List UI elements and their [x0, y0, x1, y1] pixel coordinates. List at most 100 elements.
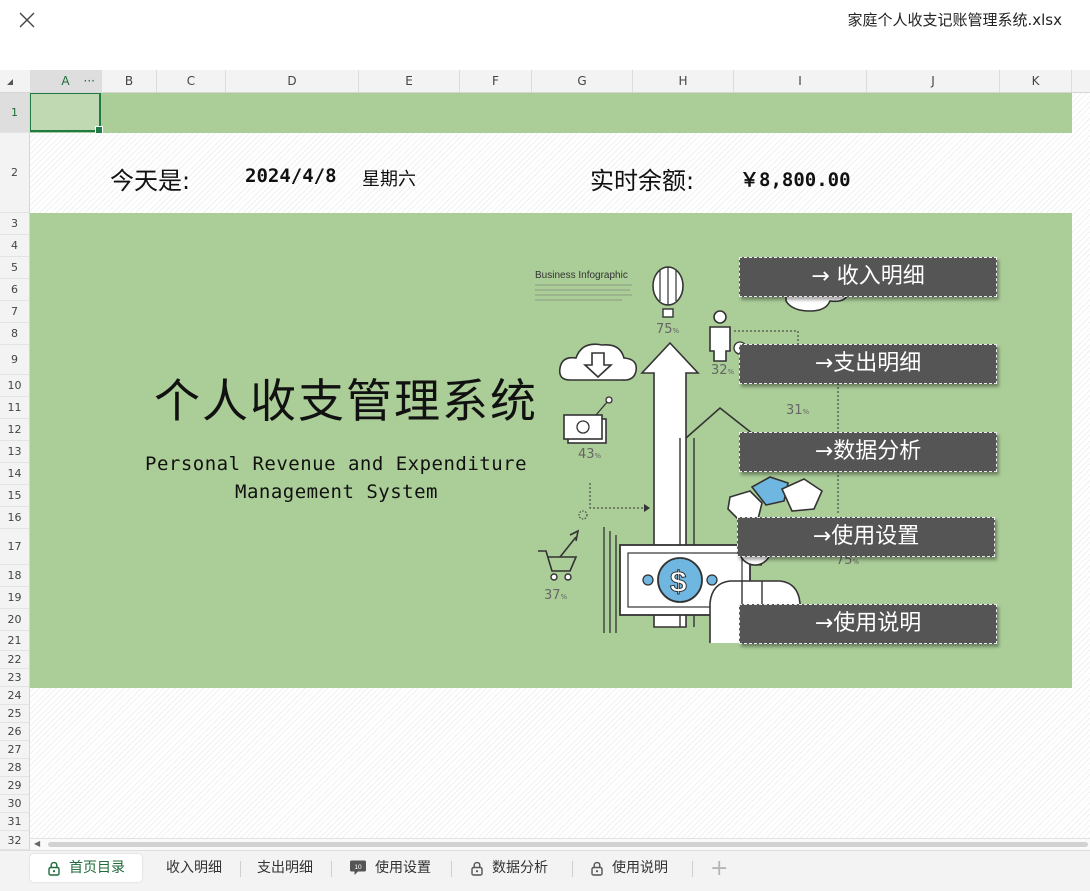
- close-icon[interactable]: [15, 8, 39, 32]
- usage-instructions-button[interactable]: →使用说明: [739, 604, 997, 644]
- column-header-a[interactable]: A ···: [30, 70, 102, 92]
- row-header[interactable]: 11: [0, 397, 29, 419]
- column-header-bar: A ··· B C D E F G H I J K: [0, 70, 1090, 93]
- row-header[interactable]: 26: [0, 723, 29, 741]
- svg-text:$: $: [670, 566, 687, 599]
- row-header[interactable]: 10: [0, 375, 29, 397]
- row-header[interactable]: 32: [0, 831, 29, 850]
- row-header[interactable]: 5: [0, 257, 29, 279]
- column-header-e[interactable]: E: [359, 70, 460, 92]
- usage-settings-button[interactable]: →使用设置: [737, 517, 995, 557]
- tab-label: 收入明细: [166, 860, 222, 876]
- column-header-b[interactable]: B: [102, 70, 157, 92]
- row-header[interactable]: 15: [0, 485, 29, 507]
- tab-home-index[interactable]: 首页目录: [30, 854, 142, 882]
- percent-label: 32%: [711, 363, 735, 378]
- today-label: 今天是:: [110, 167, 191, 195]
- column-header-d[interactable]: D: [226, 70, 359, 92]
- header-band: [30, 93, 1072, 133]
- balance-value: ￥8,800.00: [740, 169, 851, 191]
- tab-data-analysis[interactable]: 数据分析: [470, 854, 548, 882]
- sheet-tab-bar: 首页目录 收入明细 支出明细 10 使用设置 数据分析 使用说明 +: [0, 850, 1090, 891]
- column-header-c[interactable]: C: [157, 70, 226, 92]
- subtitle-line-2: Management System: [235, 481, 438, 503]
- column-header-g[interactable]: G: [532, 70, 633, 92]
- tab-label: 数据分析: [492, 860, 548, 876]
- row-header[interactable]: 14: [0, 463, 29, 485]
- row-header[interactable]: 1: [0, 93, 29, 133]
- row-header[interactable]: 28: [0, 759, 29, 777]
- row-header[interactable]: 27: [0, 741, 29, 759]
- row-header[interactable]: 6: [0, 279, 29, 301]
- row-header[interactable]: 23: [0, 669, 29, 687]
- puzzle-pieces-icon: [727, 476, 824, 522]
- row-header[interactable]: 4: [0, 235, 29, 257]
- row-header[interactable]: 9: [0, 345, 29, 375]
- row-header[interactable]: 7: [0, 301, 29, 323]
- row-header[interactable]: 20: [0, 609, 29, 631]
- row-header-bar: 1 2 3 4 5 6 7 8 9 10 11 12 13 14 15 16 1…: [0, 93, 30, 850]
- tab-separator: [451, 861, 452, 877]
- column-header-f[interactable]: F: [460, 70, 532, 92]
- tab-separator: [692, 861, 693, 877]
- expense-details-button[interactable]: →支出明细: [739, 344, 997, 384]
- row-header[interactable]: 24: [0, 687, 29, 705]
- percent-label: 31%: [786, 403, 810, 418]
- lock-icon: [471, 861, 483, 876]
- row-header[interactable]: 2: [0, 133, 29, 213]
- tab-expense-details[interactable]: 支出明细: [257, 854, 313, 882]
- scroll-left-icon[interactable]: ◀: [34, 839, 40, 848]
- add-sheet-icon[interactable]: +: [710, 856, 728, 881]
- lock-icon: [591, 861, 603, 876]
- select-all-corner-icon[interactable]: [0, 70, 30, 92]
- tab-separator: [331, 861, 332, 877]
- tab-usage-settings[interactable]: 10 使用设置: [349, 854, 431, 882]
- row-header[interactable]: 22: [0, 651, 29, 669]
- fill-handle[interactable]: [95, 126, 103, 134]
- column-header-j[interactable]: J: [867, 70, 1000, 92]
- percent-label: 75%: [656, 322, 680, 337]
- row-header[interactable]: 31: [0, 813, 29, 831]
- column-label: A: [61, 74, 70, 88]
- tab-label: 支出明细: [257, 860, 313, 876]
- arrowhead: [644, 504, 650, 512]
- sheet-grid[interactable]: 今天是: 2024/4/8 星期六 实时余额: ￥8,800.00 个人收支管理…: [30, 93, 1090, 838]
- row-header[interactable]: 19: [0, 587, 29, 609]
- tab-label: 使用设置: [375, 860, 431, 876]
- scrollbar-thumb[interactable]: [48, 842, 1088, 847]
- selected-cell-a1[interactable]: [30, 93, 103, 134]
- file-title: 家庭个人收支记账管理系统.xlsx: [847, 11, 1062, 29]
- today-date: 2024/4/8: [245, 165, 337, 187]
- column-header-i[interactable]: I: [734, 70, 867, 92]
- row-header[interactable]: 16: [0, 507, 29, 529]
- row-header[interactable]: 25: [0, 705, 29, 723]
- row-header[interactable]: 17: [0, 529, 29, 565]
- cash-tag-icon: [563, 396, 613, 444]
- percent-label: 37%: [544, 588, 568, 603]
- row-header[interactable]: 29: [0, 777, 29, 795]
- row-header[interactable]: 21: [0, 631, 29, 651]
- hot-air-balloon-icon: [652, 266, 684, 318]
- column-header-h[interactable]: H: [633, 70, 734, 92]
- tab-income-details[interactable]: 收入明细: [166, 854, 222, 882]
- balance-label: 实时余额:: [590, 167, 695, 195]
- row-header[interactable]: 13: [0, 441, 29, 463]
- tab-usage-instructions[interactable]: 使用说明: [590, 854, 668, 882]
- tab-separator: [572, 861, 573, 877]
- shopping-cart-icon: [538, 529, 580, 581]
- title-bar: 家庭个人收支记账管理系统.xlsx: [0, 0, 1090, 70]
- row-header[interactable]: 18: [0, 565, 29, 587]
- cloud-download-icon: [558, 343, 638, 381]
- dotted-circle: [578, 510, 588, 520]
- row-header[interactable]: 30: [0, 795, 29, 813]
- row-header[interactable]: 3: [0, 213, 29, 235]
- more-icon[interactable]: ···: [84, 70, 95, 92]
- row-header[interactable]: 12: [0, 419, 29, 441]
- tab-label: 使用说明: [612, 860, 668, 876]
- data-analysis-button[interactable]: →数据分析: [739, 432, 997, 472]
- row-header[interactable]: 8: [0, 323, 29, 345]
- column-header-k[interactable]: K: [1000, 70, 1072, 92]
- income-details-button[interactable]: → 收入明细: [739, 257, 997, 297]
- system-title: 个人收支管理系统: [154, 374, 538, 428]
- lock-icon: [48, 861, 60, 876]
